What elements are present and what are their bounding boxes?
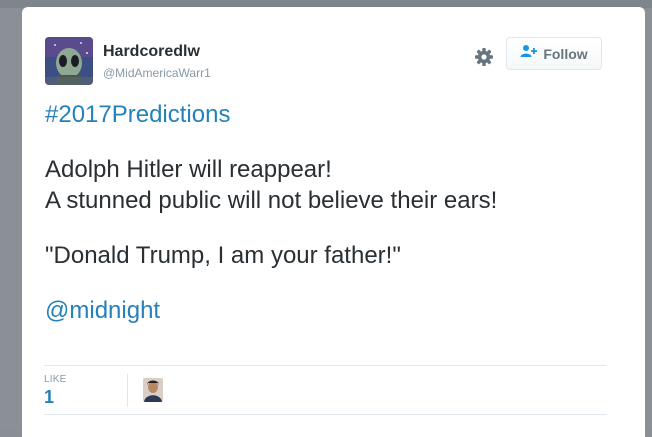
tweet-stats: LIKE 1 xyxy=(44,365,607,415)
user-handle[interactable]: @MidAmericaWarr1 xyxy=(103,66,211,80)
text-spacer xyxy=(45,271,625,295)
tweet-card: Hardcoredlw @MidAmericaWarr1 Follow #201… xyxy=(22,7,645,437)
like-count[interactable]: 1 xyxy=(44,387,54,408)
follow-label: Follow xyxy=(543,45,588,62)
tweet-quote-line: "Donald Trump, I am your father!" xyxy=(45,242,401,269)
tweet-text: #2017Predictions Adolph Hitler will reap… xyxy=(45,99,625,326)
text-spacer xyxy=(45,216,625,240)
user-avatar[interactable] xyxy=(45,37,93,85)
tweet-line-2: A stunned public will not believe their … xyxy=(45,187,498,214)
mention-link[interactable]: @midnight xyxy=(45,295,625,326)
alien-avatar-image xyxy=(45,37,93,85)
display-name[interactable]: Hardcoredlw xyxy=(103,43,200,61)
tweet-line-1: Adolph Hitler will reappear! xyxy=(45,156,332,183)
gear-icon[interactable] xyxy=(471,44,497,70)
follow-button[interactable]: Follow xyxy=(506,37,602,70)
text-spacer xyxy=(45,130,625,154)
stats-divider xyxy=(127,374,128,407)
like-label[interactable]: LIKE xyxy=(44,374,66,385)
add-user-icon xyxy=(520,44,538,63)
hashtag-link[interactable]: #2017Predictions xyxy=(45,99,625,130)
liker-avatar[interactable] xyxy=(143,378,163,402)
